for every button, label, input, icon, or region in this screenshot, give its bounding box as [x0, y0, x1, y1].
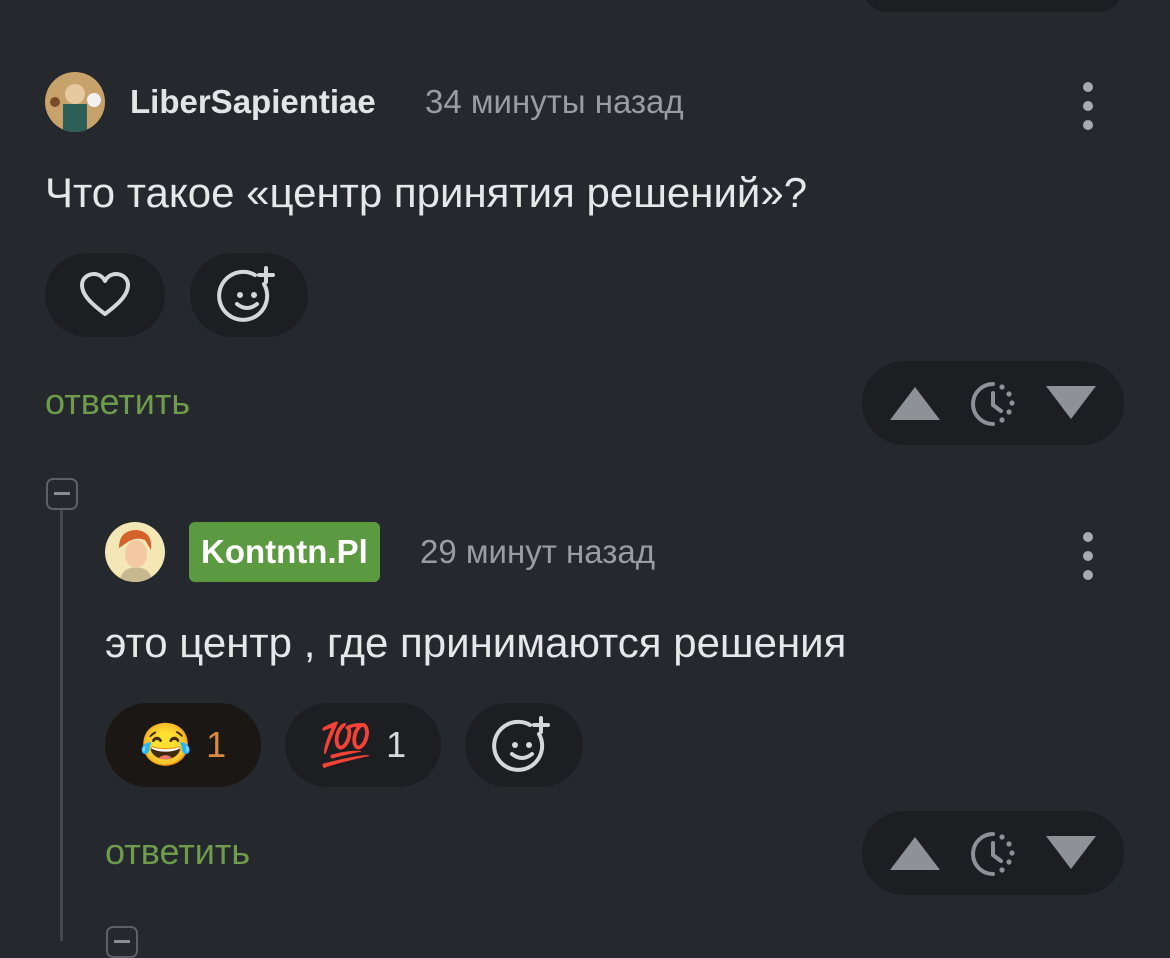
avatar[interactable]: [105, 522, 165, 582]
triangle-up-icon[interactable]: [888, 383, 942, 423]
vote-controls: [862, 361, 1124, 445]
username-badge[interactable]: Kontntn.Pl: [189, 522, 380, 582]
reply-link[interactable]: ответить: [105, 830, 250, 874]
more-menu-button[interactable]: [1083, 82, 1095, 139]
previous-vote-pill: [862, 0, 1124, 12]
add-reaction-button[interactable]: [190, 253, 308, 337]
collapse-thread-button[interactable]: [46, 478, 78, 510]
reaction-count: 1: [386, 724, 407, 765]
reply-link[interactable]: ответить: [45, 380, 190, 424]
triangle-down-icon[interactable]: [1044, 833, 1098, 873]
comment-text: Что такое «центр принятия решений»?: [45, 169, 808, 216]
avatar[interactable]: [45, 72, 105, 132]
thread-line: [60, 510, 63, 941]
like-button[interactable]: [45, 253, 165, 337]
timestamp: 29 минут назад: [420, 533, 655, 570]
clock-icon[interactable]: [970, 831, 1016, 877]
laugh-emoji-icon: 😂: [139, 721, 193, 768]
comment-text: это центр , где принимаются решения: [105, 619, 847, 666]
heart-icon: [80, 272, 130, 316]
smile-plus-icon: [492, 716, 550, 772]
collapse-thread-button[interactable]: [106, 926, 138, 958]
clock-icon[interactable]: [970, 381, 1016, 427]
vote-controls: [862, 811, 1124, 895]
more-menu-button[interactable]: [1083, 532, 1095, 589]
triangle-down-icon[interactable]: [1044, 383, 1098, 423]
timestamp: 34 минуты назад: [425, 83, 684, 120]
reaction-hundred[interactable]: 💯 1: [285, 703, 441, 787]
reaction-laugh[interactable]: 😂 1: [105, 703, 261, 787]
vertical-dots-icon: [1083, 532, 1093, 542]
smile-plus-icon: [217, 266, 275, 322]
triangle-up-icon[interactable]: [888, 833, 942, 873]
username[interactable]: LiberSapientiae: [130, 80, 376, 124]
reaction-count: 1: [206, 724, 227, 765]
vertical-dots-icon: [1083, 82, 1093, 92]
hundred-emoji-icon: 💯: [319, 721, 373, 768]
add-reaction-button[interactable]: [465, 703, 583, 787]
